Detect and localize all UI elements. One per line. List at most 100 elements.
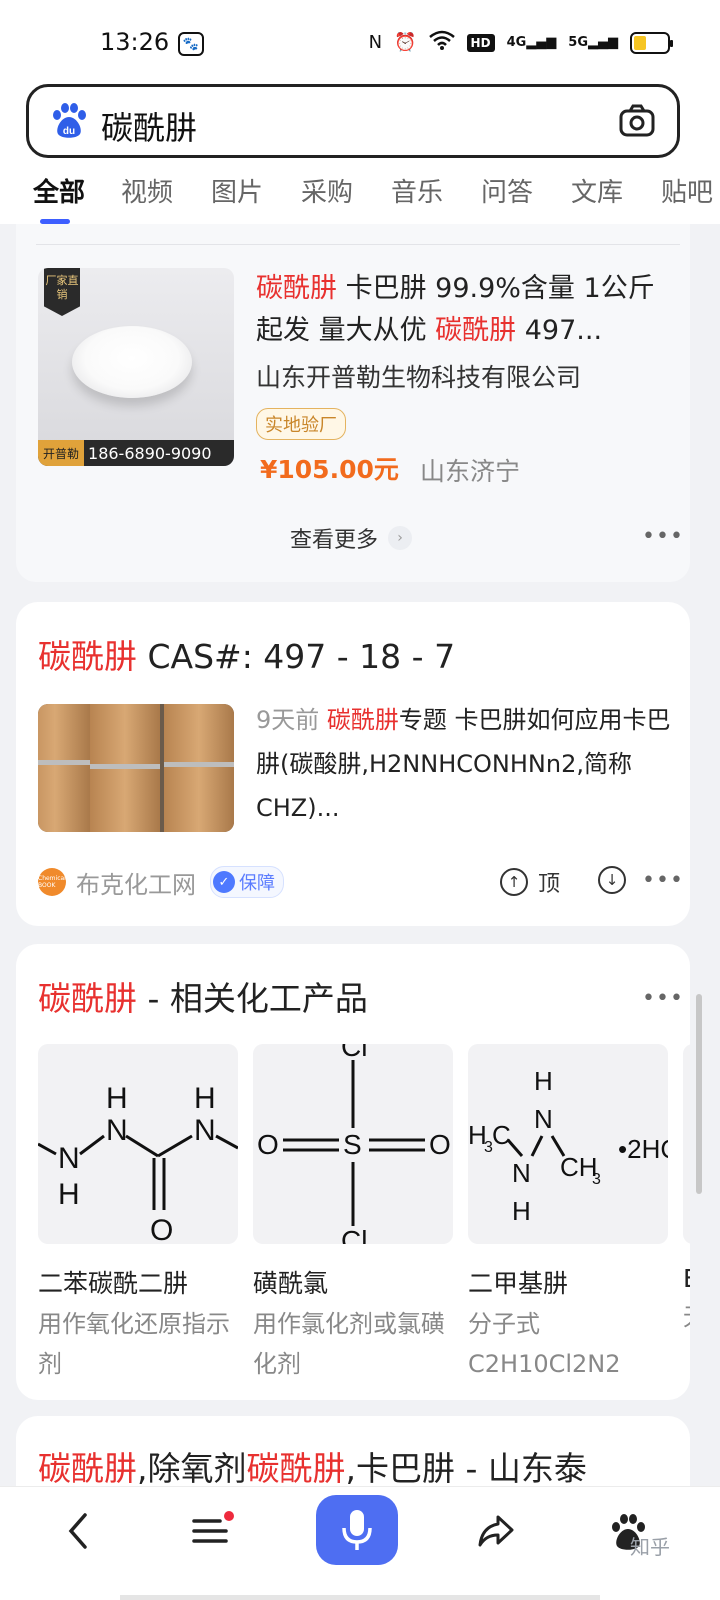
svg-text:S: S bbox=[343, 1129, 362, 1160]
status-icons: N ⏰ HD 4G▂▄▆ 5G▂▄▆ bbox=[369, 30, 673, 55]
home-indicator bbox=[120, 1595, 600, 1600]
guarantee-label: 保障 bbox=[239, 873, 275, 894]
product-dish-illustration bbox=[72, 326, 192, 398]
voice-search-button[interactable] bbox=[316, 1495, 398, 1565]
microphone-icon bbox=[342, 1510, 372, 1550]
structure-image: H3C NH NH CH3 •2HCl bbox=[468, 1044, 668, 1244]
related-product-desc: 用作氧化还原指示剂 bbox=[38, 1310, 230, 1378]
search-box[interactable]: du 碳酰肼 bbox=[26, 84, 680, 158]
signal-5g-icon: 5G▂▄▆ bbox=[568, 35, 618, 50]
status-time: 13:26 bbox=[100, 28, 170, 56]
upvote-button[interactable]: ↑ 顶 bbox=[500, 866, 560, 898]
svg-text:H: H bbox=[58, 1178, 80, 1211]
related-products-card: 碳酰肼 - 相关化工产品 ••• NH NH O NH 二苯碳酰二肼 用作氧化还… bbox=[16, 944, 690, 1400]
product-image[interactable]: 厂家直销 开普勒 186-6890-9090 bbox=[38, 268, 234, 466]
result-title[interactable]: 碳酰肼,除氧剂碳酰肼,卡巴肼 - 山东泰 bbox=[38, 1442, 587, 1490]
arrow-down-icon: ↓ bbox=[598, 866, 626, 894]
related-product-item[interactable]: NH NH O NH 二苯碳酰二肼 用作氧化还原指示剂 bbox=[38, 1044, 238, 1384]
tab-images[interactable]: 图片 bbox=[192, 162, 282, 224]
source-name[interactable]: 布克化工网 bbox=[76, 865, 196, 900]
svg-text:O: O bbox=[429, 1129, 451, 1160]
arrow-up-icon: ↑ bbox=[500, 868, 528, 896]
more-options-icon[interactable]: ••• bbox=[642, 524, 684, 549]
search-result-card: 碳酰肼 CAS#: 497 - 18 - 7 9天前 碳酰肼专题 卡巴肼如何应用… bbox=[16, 602, 690, 926]
svg-text:Cl: Cl bbox=[341, 1225, 367, 1244]
tab-tieba[interactable]: 贴吧 bbox=[642, 162, 720, 224]
shield-check-icon: ✓ bbox=[213, 871, 235, 893]
related-product-name: E bbox=[683, 1264, 690, 1293]
related-product-name: 磺酰氯 bbox=[253, 1269, 329, 1298]
divider bbox=[36, 244, 680, 245]
related-title: 碳酰肼 - 相关化工产品 bbox=[38, 979, 368, 1018]
baidu-logo-icon[interactable]: du bbox=[49, 101, 89, 141]
result-source-row: Chemical BOOK 布克化工网 ✓ 保障 ↑ 顶 ↓ ••• bbox=[38, 862, 683, 902]
back-button[interactable] bbox=[48, 1501, 108, 1561]
svg-text:•2HCl: •2HCl bbox=[618, 1134, 668, 1164]
svg-text:N: N bbox=[512, 1158, 531, 1188]
notification-dot bbox=[224, 1511, 234, 1521]
tab-qa[interactable]: 问答 bbox=[462, 162, 552, 224]
battery-icon bbox=[630, 31, 673, 54]
svg-text:H: H bbox=[512, 1196, 531, 1226]
menu-button[interactable] bbox=[180, 1501, 240, 1561]
more-options-icon[interactable]: ••• bbox=[642, 868, 684, 893]
svg-text:N: N bbox=[58, 1142, 80, 1175]
shopping-result-card: 厂家直销 开普勒 186-6890-9090 碳酰肼 卡巴肼 99.9%含量 1… bbox=[16, 224, 690, 582]
share-icon bbox=[478, 1515, 514, 1547]
product-company[interactable]: 山东开普勒生物科技有限公司 bbox=[256, 358, 581, 394]
structure-image: NH NH O NH bbox=[38, 1044, 238, 1244]
more-options-icon[interactable]: ••• bbox=[642, 986, 684, 1011]
tab-library[interactable]: 文库 bbox=[552, 162, 642, 224]
svg-text:H: H bbox=[534, 1066, 553, 1096]
tab-music[interactable]: 音乐 bbox=[372, 162, 462, 224]
share-button[interactable] bbox=[466, 1501, 526, 1561]
guarantee-badge[interactable]: ✓ 保障 bbox=[210, 866, 284, 898]
baidu-notification-icon: 🐾 bbox=[178, 32, 204, 56]
related-product-desc: 分子式C2H10Cl2N2 bbox=[468, 1310, 621, 1378]
zhihu-watermark: 知乎 bbox=[630, 1535, 670, 1559]
search-input[interactable]: 碳酰肼 bbox=[101, 103, 197, 149]
downvote-button[interactable]: ↓ bbox=[598, 866, 626, 894]
svg-text:O: O bbox=[257, 1129, 279, 1160]
structure-image: Cl O S O Cl bbox=[253, 1044, 453, 1244]
view-more-button[interactable]: 查看更多 › bbox=[290, 522, 413, 554]
product-location: 山东济宁 bbox=[420, 457, 521, 486]
barrel-shape bbox=[90, 704, 160, 832]
tab-video[interactable]: 视频 bbox=[102, 162, 192, 224]
related-product-desc: 用作氯化剂或氯磺化剂 bbox=[253, 1310, 445, 1378]
barrel-shape bbox=[164, 704, 234, 832]
result-thumbnail[interactable] bbox=[38, 704, 234, 832]
svg-text:N: N bbox=[194, 1114, 216, 1147]
chevron-left-icon bbox=[68, 1513, 87, 1549]
result-title[interactable]: 碳酰肼 CAS#: 497 - 18 - 7 bbox=[38, 630, 455, 678]
svg-text:N: N bbox=[534, 1104, 553, 1134]
chemicalbook-logo: Chemical BOOK bbox=[38, 868, 66, 896]
tab-all[interactable]: 全部 bbox=[16, 162, 102, 224]
search-tabs: 全部 视频 图片 采购 音乐 问答 文库 贴吧 bbox=[0, 162, 720, 224]
hd-icon: HD bbox=[466, 33, 495, 52]
barrel-shape bbox=[38, 704, 90, 832]
view-more-label: 查看更多 bbox=[290, 528, 379, 553]
upvote-label: 顶 bbox=[538, 872, 561, 897]
result-snippet: 9天前 碳酰肼专题 卡巴肼如何应用卡巴肼(碳酸肼,H2NNHCONHNn2,简称… bbox=[256, 706, 671, 822]
phone-label: 186-6890-9090 bbox=[88, 443, 212, 463]
bottom-navigation: 知乎 bbox=[0, 1486, 720, 1600]
product-title[interactable]: 碳酰肼 卡巴肼 99.9%含量 1公斤起发 量大从优 碳酰肼 497... bbox=[256, 268, 676, 352]
factory-direct-badge: 厂家直销 bbox=[44, 268, 80, 316]
search-bar-area: du 碳酰肼 bbox=[0, 82, 720, 162]
related-product-item[interactable]: H3C NH NH CH3 •2HCl 二甲基肼 分子式C2H10Cl2N2 bbox=[468, 1044, 668, 1384]
alarm-icon: ⏰ bbox=[394, 32, 417, 53]
scrollbar[interactable] bbox=[696, 994, 702, 1194]
related-product-item[interactable]: E 无 bbox=[683, 1044, 690, 1337]
svg-text:N: N bbox=[106, 1114, 128, 1147]
related-product-name: 二苯碳酰二肼 bbox=[38, 1269, 189, 1298]
structure-image bbox=[683, 1044, 690, 1244]
svg-text:Cl: Cl bbox=[341, 1044, 367, 1062]
svg-text:du: du bbox=[63, 126, 75, 137]
brand-label: 开普勒 bbox=[38, 440, 85, 466]
status-bar: 13:26 🐾 N ⏰ HD 4G▂▄▆ 5G▂▄▆ bbox=[0, 0, 720, 82]
svg-text:H: H bbox=[106, 1082, 128, 1115]
tab-purchase[interactable]: 采购 bbox=[282, 162, 372, 224]
related-product-item[interactable]: Cl O S O Cl 磺酰氯 用作氯化剂或氯磺化剂 bbox=[253, 1044, 453, 1384]
camera-icon[interactable] bbox=[617, 101, 657, 141]
